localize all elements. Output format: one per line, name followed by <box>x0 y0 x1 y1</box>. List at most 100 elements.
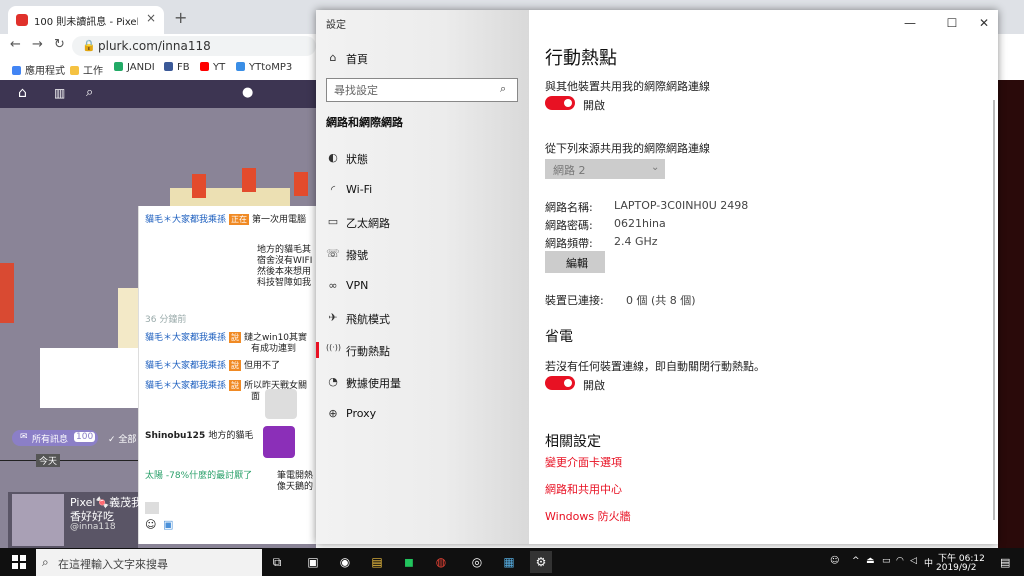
task-view-icon[interactable]: ⧉ <box>266 551 288 573</box>
network-icon[interactable]: ◠ <box>896 556 904 566</box>
castle-tower <box>0 263 14 323</box>
file-explorer-icon[interactable]: ▤ <box>366 551 388 573</box>
share-label: 與其他裝置共用我的網際網路連線 <box>545 80 710 93</box>
search-icon[interactable]: ⌕ <box>500 82 506 96</box>
status-icon: ◐ <box>328 151 338 164</box>
toggle-knob <box>564 379 572 387</box>
power-desc: 若沒有任何裝置連線，即自動關閉行動熱點。 <box>545 360 765 373</box>
power-toggle[interactable] <box>545 376 575 390</box>
sidebar-item-2[interactable]: ◜ Wi-Fi <box>316 174 529 206</box>
stats-icon[interactable]: ▥ <box>54 86 65 100</box>
reply-row[interactable]: 貓毛＊大家都我乘孫說但用不了 <box>145 358 280 371</box>
image-icon[interactable]: ▣ <box>163 518 173 531</box>
app-icon[interactable]: ▣ <box>302 551 324 573</box>
avatar[interactable] <box>12 494 64 546</box>
profile-card[interactable]: Pixel🍬義茂我 香好好吃 @inna118 <box>8 492 142 548</box>
lock-icon[interactable]: 🔒 <box>82 39 96 52</box>
youtube-icon <box>200 62 209 71</box>
post-author[interactable]: 貓毛＊大家都我乘孫 正在 第一次用電腦 <box>145 212 306 225</box>
bookmark-work[interactable]: 工作 <box>70 62 103 77</box>
new-tab-button[interactable]: + <box>174 8 187 27</box>
castle-base <box>40 348 150 408</box>
window-title: 設定 <box>326 20 346 31</box>
bookmark-apps[interactable]: 應用程式 <box>12 62 65 77</box>
reply-row[interactable]: Shinobu125 地方的貓毛 <box>145 428 253 441</box>
globe-icon: ⊕ <box>328 407 338 420</box>
chevron-down-icon: ⌄ <box>651 162 660 173</box>
clock-date[interactable]: 2019/9/2 <box>936 563 976 573</box>
network-password-value: 0621hina <box>614 217 666 230</box>
all-messages-filter[interactable]: ✉ 所有訊息 100 <box>12 430 98 446</box>
sidebar-item-6[interactable]: ✈ 飛航模式 <box>316 302 529 334</box>
facebook-icon <box>164 62 173 71</box>
bookmark-yttomp3[interactable]: YTtoMP3 <box>236 62 292 73</box>
sidebar-item-5[interactable]: ∞ VPN <box>316 270 529 302</box>
emoji-icon[interactable]: ☺ <box>145 518 156 531</box>
search-icon: ⌕ <box>42 555 49 569</box>
sidebar-item-9[interactable]: ⊕ Proxy <box>316 398 529 430</box>
network-center-link[interactable]: 網路和共用中心 <box>545 481 622 497</box>
app-icon[interactable]: ▦ <box>498 551 520 573</box>
dialup-icon: ☏ <box>326 247 340 260</box>
forward-icon[interactable]: → <box>32 37 43 52</box>
back-icon[interactable]: ← <box>10 37 21 52</box>
ethernet-icon: ▭ <box>327 215 339 228</box>
bookmark-fb[interactable]: FB <box>164 62 190 73</box>
castle-tower <box>294 172 308 196</box>
settings-gear-icon[interactable]: ⚙ <box>530 551 552 573</box>
sidebar-item-home[interactable]: ⌂ 首頁 <box>316 42 529 74</box>
media-player-icon[interactable]: ◎ <box>466 551 488 573</box>
bookmark-yt[interactable]: YT <box>200 62 225 73</box>
folder-icon <box>70 66 79 75</box>
maximize-icon[interactable]: ☐ <box>937 12 967 34</box>
volume-icon[interactable]: ◁ <box>910 556 917 566</box>
all-filter[interactable]: ✓ 全部 <box>108 432 136 445</box>
minimize-icon[interactable]: — <box>895 12 925 34</box>
close-tab-icon[interactable]: × <box>146 11 156 25</box>
chrome-icon[interactable]: ◍ <box>430 551 452 573</box>
scrollbar[interactable] <box>993 100 995 520</box>
battery-icon[interactable]: ▭ <box>882 556 891 566</box>
notification-icon[interactable]: ▤ <box>1000 556 1010 569</box>
close-icon[interactable]: ✕ <box>969 12 999 34</box>
ime-indicator[interactable]: 中 <box>924 556 933 569</box>
firewall-link[interactable]: Windows 防火牆 <box>545 508 631 524</box>
network-name-value: LAPTOP-3C0INH0U 2498 <box>614 199 749 212</box>
taskbar-search-placeholder: 在這裡輸入文字來搜尋 <box>58 558 168 571</box>
sidebar-item-label: Wi-Fi <box>346 183 373 196</box>
collapse-icon[interactable] <box>145 502 159 514</box>
home-icon[interactable]: ⌂ <box>18 85 27 101</box>
sidebar-item-3[interactable]: ▭ 乙太網路 <box>316 206 529 238</box>
sidebar-item-1[interactable]: ◐ 狀態 <box>316 142 529 174</box>
network-password-key: 網路密碼: <box>545 219 593 232</box>
adapter-options-link[interactable]: 變更介面卡選項 <box>545 454 622 470</box>
related-heading: 相關設定 <box>545 434 601 450</box>
wifi-icon: ◜ <box>330 183 336 196</box>
yttomp3-icon <box>236 62 245 71</box>
share-toggle[interactable] <box>545 96 575 110</box>
sidebar-item-4[interactable]: ☏ 撥號 <box>316 238 529 270</box>
page-title: 行動熱點 <box>545 48 617 69</box>
castle-tower <box>242 168 256 192</box>
plurk-logo-icon[interactable]: ● <box>242 85 253 100</box>
browser-tab[interactable]: 100 則未讀訊息 - Pixel🍬義茂我 × <box>8 6 164 34</box>
vpn-icon: ∞ <box>328 279 338 292</box>
sticker-image <box>263 426 295 458</box>
share-toggle-label: 開啟 <box>583 99 605 112</box>
url-text[interactable]: plurk.com/inna118 <box>98 39 211 53</box>
tray-chevron-icon[interactable]: ^ <box>852 556 860 566</box>
usb-icon[interactable]: ⏏ <box>866 556 875 566</box>
people-icon[interactable]: ☺ <box>830 556 839 566</box>
reload-icon[interactable]: ↻ <box>54 37 65 52</box>
bookmark-jandi[interactable]: JANDI <box>114 62 155 73</box>
toggle-knob <box>564 99 572 107</box>
line-icon[interactable]: ◼ <box>398 551 420 573</box>
reply-row[interactable]: 太陽 -78%什麼的最討厭了 <box>145 468 252 481</box>
sidebar-item-7[interactable]: ((·)) 行動熱點 <box>316 334 529 366</box>
apps-icon <box>12 66 21 75</box>
windows-start-icon[interactable] <box>12 555 26 572</box>
steam-icon[interactable]: ◉ <box>334 551 356 573</box>
sidebar-item-8[interactable]: ◔ 數據使用量 <box>316 366 529 398</box>
search-icon[interactable]: ⌕ <box>86 85 93 100</box>
edit-button-label: 編輯 <box>566 257 588 270</box>
